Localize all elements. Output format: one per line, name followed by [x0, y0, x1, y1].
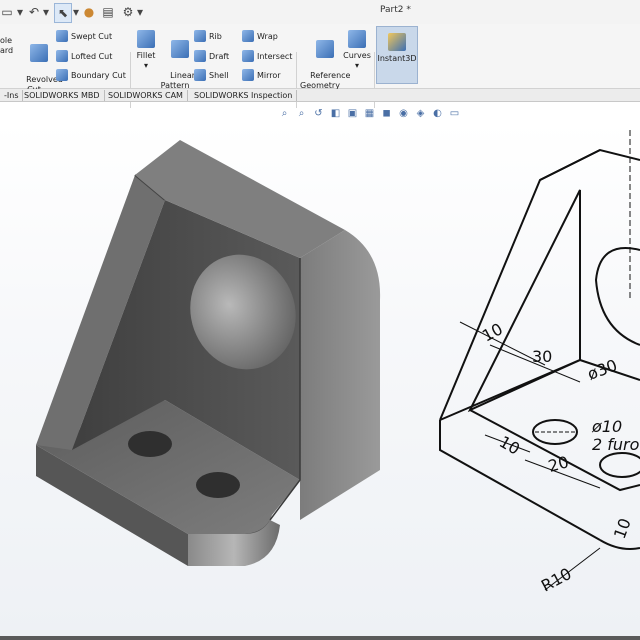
sketch-base-front [439, 420, 601, 541]
dim-label-dia30: ø30 [585, 356, 620, 384]
sketch-fillet-edge [599, 539, 640, 550]
model-and-sketch-view: 10 30 ø30 ø10 2 furo 10 20 10 R10 [36, 130, 640, 596]
sketch-small-hole-2 [599, 452, 640, 478]
bottom-edge [0, 636, 640, 640]
sketch-dimension-labels: 10 30 ø30 ø10 2 furo 10 20 10 R10 [479, 319, 640, 595]
sketch-big-hole [594, 247, 640, 346]
sketch-back-wall [539, 148, 640, 181]
dim-label-r10: R10 [538, 564, 575, 596]
dim-label-20: 20 [546, 452, 571, 476]
dim-label-2-furo: 2 furo [592, 435, 640, 454]
small-hole-2 [196, 472, 240, 498]
dim-label-dia10: ø10 [591, 417, 622, 436]
dim-label-10-top: 10 [479, 319, 506, 345]
small-hole-1 [128, 431, 172, 457]
dim-label-30: 30 [532, 347, 552, 366]
sketch-outline-left [439, 149, 601, 421]
dim-label-10-right: 10 [610, 516, 635, 542]
sketch-gusset [467, 189, 581, 413]
back-wall-fillet-face [300, 230, 381, 520]
